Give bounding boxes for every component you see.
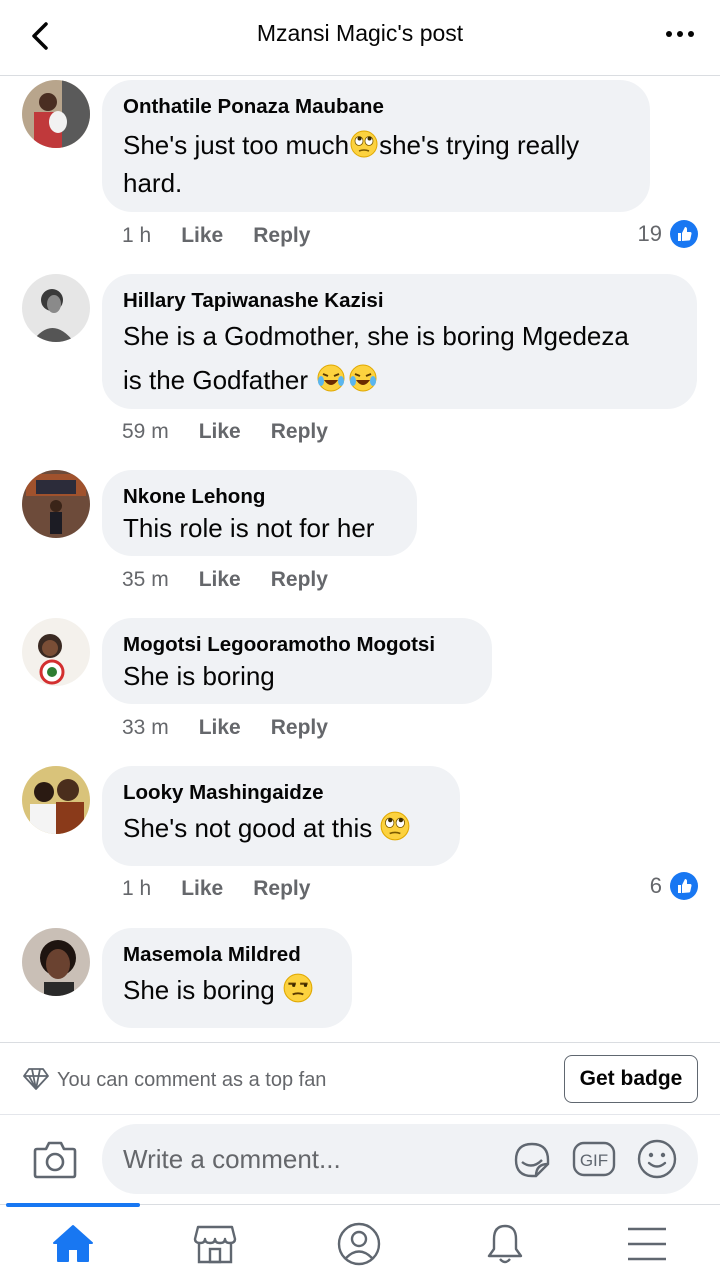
- comment-bubble[interactable]: Looky Mashingaidze She's not good at thi…: [102, 766, 460, 866]
- like-button[interactable]: Like: [199, 716, 241, 740]
- reply-button[interactable]: Reply: [253, 877, 310, 901]
- comment-actions: 33 m Like Reply: [122, 716, 358, 740]
- comment-bubble[interactable]: Onthatile Ponaza Maubane She's just too …: [102, 80, 650, 212]
- unamused-emoji-icon: [283, 973, 313, 1003]
- comment-author[interactable]: Looky Mashingaidze: [123, 780, 438, 806]
- comment-author[interactable]: Masemola Mildred: [123, 942, 330, 968]
- like-button[interactable]: Like: [199, 568, 241, 592]
- avatar[interactable]: [22, 274, 90, 342]
- comment-author[interactable]: Onthatile Ponaza Maubane: [123, 94, 628, 120]
- reply-button[interactable]: Reply: [253, 224, 310, 248]
- notifications-icon[interactable]: [482, 1221, 528, 1267]
- gif-button[interactable]: GIF: [572, 1139, 616, 1179]
- bottom-tab-bar: [0, 1203, 720, 1280]
- comment-text: She is boring: [123, 661, 275, 691]
- comment-composer: Write a comment... GIF: [0, 1114, 720, 1204]
- comment-timestamp: 1 h: [122, 224, 152, 247]
- laughing-emoji-icon: [349, 364, 377, 392]
- avatar[interactable]: [22, 470, 90, 538]
- comment-actions: 1 h Like Reply: [122, 224, 340, 248]
- comment-timestamp: 33 m: [122, 716, 169, 739]
- comment-text-part: She's not good at this: [123, 813, 373, 843]
- avatar[interactable]: [22, 80, 90, 148]
- comment-bubble[interactable]: Hillary Tapiwanashe Kazisi She is a Godm…: [102, 274, 697, 409]
- comment-timestamp: 59 m: [122, 420, 169, 443]
- like-button[interactable]: Like: [199, 420, 241, 444]
- reaction-count-number: 19: [637, 221, 662, 246]
- comment-actions: 35 m Like Reply: [122, 568, 358, 592]
- reply-button[interactable]: Reply: [271, 420, 328, 444]
- comment-bubble[interactable]: Nkone Lehong This role is not for her: [102, 470, 417, 556]
- menu-icon[interactable]: [624, 1221, 670, 1267]
- comment-author[interactable]: Nkone Lehong: [123, 484, 395, 510]
- emoji-icon[interactable]: [636, 1138, 678, 1180]
- page-title: Mzansi Magic's post: [256, 20, 464, 46]
- avatar[interactable]: [22, 618, 90, 686]
- active-tab-indicator: [6, 1203, 140, 1207]
- rolling-eyes-emoji-icon: [350, 130, 378, 158]
- comment-text: This role is not for her: [123, 513, 375, 543]
- comment-timestamp: 35 m: [122, 568, 169, 591]
- reply-button[interactable]: Reply: [271, 716, 328, 740]
- comment-actions: 59 m Like Reply: [122, 420, 358, 444]
- sticker-icon[interactable]: [510, 1138, 554, 1182]
- comment-text: She's not good at this: [123, 806, 438, 850]
- profile-icon[interactable]: [336, 1221, 382, 1267]
- comment-text: She's just too much she's trying really h…: [123, 126, 628, 202]
- comment-timestamp: 1 h: [122, 877, 152, 900]
- diamond-icon: [23, 1068, 49, 1090]
- comment-bubble[interactable]: Masemola Mildred She is boring: [102, 928, 352, 1028]
- comment-text-part: she's trying really: [379, 130, 580, 160]
- reaction-count-number: 6: [649, 873, 662, 898]
- avatar[interactable]: [22, 766, 90, 834]
- reaction-count[interactable]: 19: [638, 220, 698, 248]
- top-fan-bar: You can comment as a top fan Get badge: [0, 1042, 720, 1114]
- top-bar: Mzansi Magic's post: [0, 0, 720, 76]
- get-badge-button[interactable]: Get badge: [564, 1055, 698, 1103]
- comment-text-part: She is a Godmother, she is boring Mgedez…: [123, 321, 629, 351]
- thumbs-up-icon: [670, 220, 698, 248]
- comment-input[interactable]: Write a comment... GIF: [102, 1124, 698, 1194]
- comment-text: She is boring: [123, 968, 330, 1012]
- thumbs-up-icon: [670, 872, 698, 900]
- comment-text: She is a Godmother, she is boring Mgedez…: [123, 314, 675, 402]
- avatar[interactable]: [22, 928, 90, 996]
- comment-text-part: is the Godfather: [123, 365, 308, 395]
- top-fan-text: You can comment as a top fan: [57, 1069, 327, 1091]
- comment-author[interactable]: Hillary Tapiwanashe Kazisi: [123, 288, 675, 314]
- like-button[interactable]: Like: [181, 877, 223, 901]
- comment-bubble[interactable]: Mogotsi Legooramotho Mogotsi She is bori…: [102, 618, 492, 704]
- comments-list: Onthatile Ponaza Maubane She's just too …: [0, 76, 720, 1042]
- reply-button[interactable]: Reply: [271, 568, 328, 592]
- laughing-emoji-icon: [317, 364, 345, 392]
- comment-text-part: She is boring: [123, 975, 275, 1005]
- comment-actions: 1 h Like Reply: [122, 877, 340, 901]
- comment-placeholder: Write a comment...: [123, 1144, 341, 1174]
- comment-text-part: She's just too much: [123, 130, 350, 160]
- comment-author[interactable]: Mogotsi Legooramotho Mogotsi: [123, 632, 470, 658]
- marketplace-icon[interactable]: [192, 1221, 238, 1267]
- reaction-count[interactable]: 6: [650, 872, 698, 900]
- like-button[interactable]: Like: [181, 224, 223, 248]
- gif-label: GIF: [580, 1151, 608, 1170]
- camera-icon[interactable]: [32, 1137, 78, 1181]
- more-options-icon[interactable]: [664, 24, 696, 44]
- home-icon[interactable]: [50, 1221, 96, 1267]
- rolling-eyes-emoji-icon: [381, 811, 410, 841]
- comment-text-part: hard.: [123, 168, 183, 198]
